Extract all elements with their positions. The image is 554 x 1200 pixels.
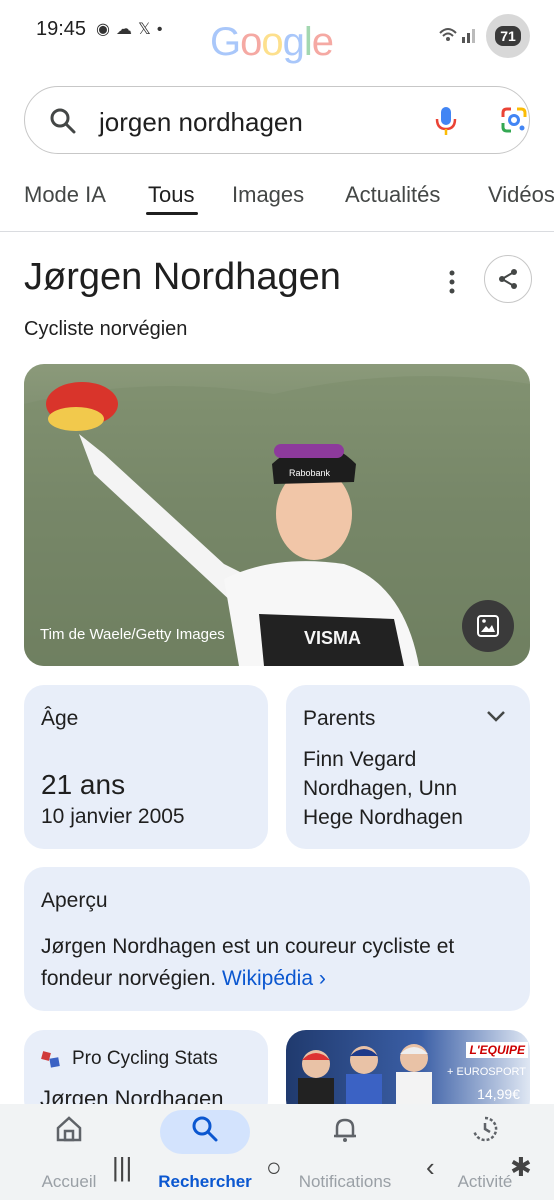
birth-date: 10 janvier 2005 [41,805,185,828]
home-icon [56,1116,82,1142]
parents-value: Finn Vegard Nordhagen, Unn Hege Nordhage… [303,748,463,829]
recent-apps-icon[interactable]: ||| [112,1152,132,1183]
back-icon[interactable]: ‹ [426,1152,435,1183]
wikipedia-link[interactable]: Wikipédia [222,967,313,990]
status-bar: 19:45 ◉ ☁ 𝕏 • Google 71 [0,0,554,64]
status-notification-icons: ◉ ☁ 𝕏 • [96,20,162,40]
parents-card[interactable]: Parents Finn Vegard Nordhagen, Unn Hege … [286,685,530,849]
google-lens-icon[interactable] [499,105,529,135]
tab-tous[interactable]: Tous [148,182,194,208]
age-label: Âge [41,707,79,730]
entity-photo[interactable]: VISMA Rabobank Tim de Waele/Getty Images [24,364,530,666]
history-icon [473,1116,498,1142]
mic-icon[interactable] [433,105,459,137]
home-button-icon[interactable]: ○ [266,1152,282,1183]
share-icon [499,269,517,289]
nav-label-rechercher: Rechercher [158,1172,252,1191]
news-source-badge: L'EQUIPE [466,1042,528,1058]
overview-label: Aperçu [41,889,108,912]
tab-images[interactable]: Images [232,182,304,208]
search-tabs: Mode IA Tous Images Actualités Vidéos [0,178,554,232]
svg-text:VISMA: VISMA [304,628,361,648]
image-icon [477,615,499,637]
share-button[interactable] [484,255,532,303]
tab-actualites[interactable]: Actualités [345,182,440,208]
chevron-down-icon[interactable] [486,709,506,723]
google-logo: Google [210,20,334,64]
cyclist-photo-illustration: VISMA Rabobank [24,376,530,666]
parents-label: Parents [303,707,376,730]
messenger-icon: ◉ [96,21,110,38]
news-sub-brand: + EUROSPORT [447,1066,526,1078]
image-credit: Tim de Waele/Getty Images [40,626,225,643]
overview-text: Jørgen Nordhagen est un coureur cycliste… [41,931,521,995]
bell-icon [334,1118,356,1142]
status-right: 71 [438,14,530,58]
weather-icon: ☁ [115,21,132,38]
more-options-icon[interactable] [442,268,462,296]
nav-label-notifications: Notifications [298,1172,392,1191]
nav-label-accueil: Accueil [41,1172,97,1191]
tab-mode-ia[interactable]: Mode IA [24,182,106,208]
active-tab-indicator [146,212,198,215]
nav-accueil[interactable]: Accueil [14,1114,124,1191]
view-images-button[interactable] [462,600,514,652]
battery-icon: 71 [486,14,530,58]
x-icon: 𝕏 [137,21,151,38]
search-icon [50,108,76,134]
news-price: 14,99€ [477,1086,520,1102]
entity-subtitle: Cycliste norvégien [24,318,188,340]
nav-activite[interactable]: Activité [430,1114,540,1191]
tab-videos[interactable]: Vidéos [488,182,554,208]
dot-icon: • [156,21,163,38]
accessibility-icon[interactable]: ✱ [510,1152,532,1183]
pcs-logo-icon [41,1051,60,1068]
age-value: 21 ans [41,769,126,800]
link-arrow-icon: › [318,967,326,990]
search-input[interactable]: jorgen nordhagen [24,86,530,154]
nav-notifications[interactable]: Notifications [290,1114,400,1191]
entity-title: Jørgen Nordhagen [24,256,341,298]
age-card[interactable]: Âge 21 ans 10 janvier 2005 [24,685,268,849]
wifi-signal-icon [438,25,478,48]
svg-text:Rabobank: Rabobank [289,468,331,478]
search-query[interactable]: jorgen nordhagen [99,107,303,138]
battery-level: 71 [495,26,521,46]
nav-rechercher[interactable]: Rechercher [150,1114,260,1191]
search-icon [192,1116,218,1142]
overview-card: Aperçu Jørgen Nordhagen est un coureur c… [24,867,530,1011]
pcs-source: Pro Cycling Stats [72,1048,218,1069]
status-time: 19:45 [36,18,87,40]
